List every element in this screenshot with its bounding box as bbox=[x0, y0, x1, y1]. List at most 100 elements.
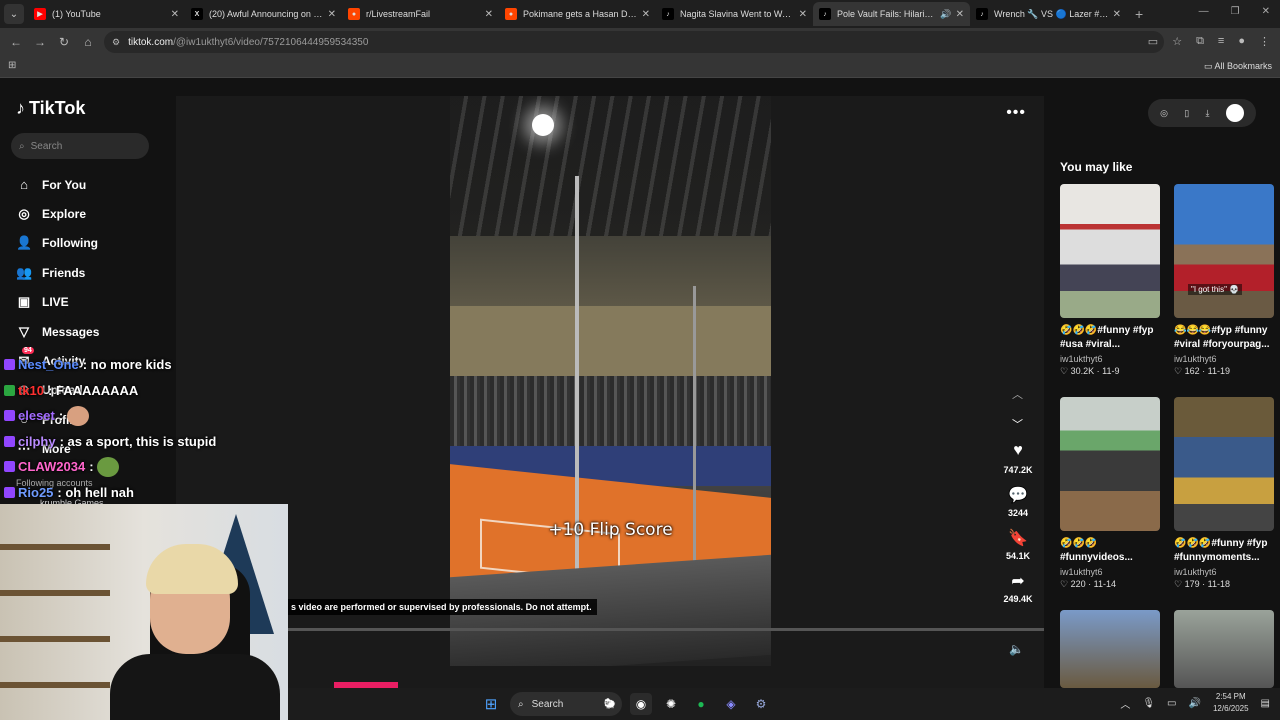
video-frame[interactable]: +10 Flip Score bbox=[450, 96, 771, 666]
video-thumbnail[interactable] bbox=[1174, 610, 1274, 688]
chat-username[interactable]: Rio25 bbox=[18, 485, 53, 500]
cast-icon[interactable]: ▭ bbox=[1148, 35, 1158, 48]
speaker-icon[interactable]: 🔊 bbox=[1189, 698, 1201, 709]
windows-start-icon[interactable]: ⊞ bbox=[480, 693, 502, 715]
bookmarks-bar: ⊞ ▭ All Bookmarks bbox=[0, 56, 1280, 78]
close-tab-icon[interactable]: ✕ bbox=[956, 9, 964, 20]
video-thumbnail[interactable] bbox=[1060, 184, 1160, 318]
taskbar-search[interactable]: ⌕ Search 🐑 bbox=[510, 692, 622, 716]
chat-username[interactable]: cilphy bbox=[18, 434, 56, 449]
theme-toggle[interactable] bbox=[1225, 104, 1244, 122]
site-info-icon[interactable]: ⚙ bbox=[112, 37, 120, 48]
video-thumbnail[interactable] bbox=[1174, 397, 1274, 531]
close-tab-icon[interactable]: ✕ bbox=[485, 9, 493, 20]
tab-search-button[interactable]: ⌄ bbox=[4, 4, 24, 24]
sidebar-item-friends[interactable]: 👥 Friends bbox=[16, 258, 99, 287]
minimize-button[interactable]: — bbox=[1199, 6, 1209, 17]
video-author[interactable]: iw1ukthyt6 bbox=[1060, 567, 1160, 577]
spotify-icon[interactable]: ● bbox=[690, 693, 712, 715]
volume-icon[interactable]: 🔈 bbox=[1009, 642, 1024, 656]
close-tab-icon[interactable]: ✕ bbox=[642, 9, 650, 20]
video-thumbnail[interactable] bbox=[1060, 610, 1160, 688]
share-icon[interactable]: ➦ bbox=[994, 571, 1042, 591]
video-author[interactable]: iw1ukthyt6 bbox=[1060, 354, 1160, 364]
sidebar-item-for-you[interactable]: ⌂ For You bbox=[16, 170, 99, 199]
url-bar[interactable]: ⚙ tiktok.com/@iw1ukthyt6/video/757210644… bbox=[104, 31, 1164, 53]
all-bookmarks-folder[interactable]: ▭ All Bookmarks bbox=[1204, 61, 1272, 72]
discord-icon[interactable]: ◈ bbox=[720, 693, 742, 715]
recommended-video-card[interactable]: 🤣🤣🤣#funny #fyp #funnymoments... iw1ukthyt… bbox=[1174, 397, 1274, 590]
reload-button[interactable]: ↻ bbox=[52, 35, 76, 49]
chat-username[interactable]: tk10 bbox=[18, 383, 44, 398]
back-button[interactable]: ← bbox=[4, 35, 28, 49]
next-video-icon[interactable]: ﹀ bbox=[1012, 416, 1023, 432]
browser-tab[interactable]: ● Pokimane gets a Hasan Dog cli ✕ bbox=[499, 2, 656, 26]
video-caption[interactable]: 🤣🤣🤣#funny #fyp #funnymoments... bbox=[1174, 537, 1274, 565]
apps-grid-icon[interactable]: ⊞ bbox=[8, 60, 16, 71]
recommended-video-card[interactable]: "I got this" 💀 😂😂😂#fyp #funny #viral #for… bbox=[1174, 184, 1274, 377]
system-clock[interactable]: 2:54 PM 12/6/2025 bbox=[1213, 691, 1249, 715]
browser-tab[interactable]: X (20) Awful Announcing on X: "I ✕ bbox=[185, 2, 342, 26]
extensions-icon[interactable]: ⧉ bbox=[1196, 35, 1204, 48]
reading-list-icon[interactable]: ≡ bbox=[1218, 35, 1224, 48]
new-tab-button[interactable]: + bbox=[1135, 6, 1143, 22]
close-tab-icon[interactable]: ✕ bbox=[1113, 9, 1121, 20]
sidebar-item-label: LIVE bbox=[42, 295, 69, 310]
bookmark-icon[interactable]: 🔖 bbox=[994, 528, 1042, 548]
chat-username[interactable]: Nest_One bbox=[18, 357, 79, 372]
sidebar-item-live[interactable]: ▣ LIVE bbox=[16, 288, 99, 317]
video-caption[interactable]: 🤣🤣🤣#funny #fyp #usa #viral... bbox=[1060, 324, 1160, 352]
video-progress-bar[interactable] bbox=[286, 628, 1044, 631]
browser-tab[interactable]: ♪ Wrench 🔧 VS 🔵 Lazer #satis ✕ bbox=[970, 2, 1127, 26]
tiktok-logo[interactable]: ♪ TikTok bbox=[16, 98, 85, 119]
maximize-button[interactable]: ❐ bbox=[1231, 6, 1240, 17]
home-button[interactable]: ⌂ bbox=[76, 35, 100, 49]
recommended-video-card[interactable]: 🤣🤣🤣 #funnyvideos... iw1ukthyt6 ♡ 220 · 11-… bbox=[1060, 397, 1160, 590]
video-author[interactable]: iw1ukthyt6 bbox=[1174, 354, 1274, 364]
video-author[interactable]: iw1ukthyt6 bbox=[1174, 567, 1274, 577]
device-icon[interactable]: ▯ bbox=[1184, 108, 1189, 119]
steam-icon[interactable]: ⚙ bbox=[750, 693, 772, 715]
chrome-icon[interactable]: ◉ bbox=[630, 693, 652, 715]
download-icon[interactable]: ⤓ bbox=[1206, 108, 1210, 119]
close-window-button[interactable]: ✕ bbox=[1262, 6, 1270, 17]
video-thumbnail[interactable] bbox=[1060, 397, 1160, 531]
browser-menu-icon[interactable]: ⋮ bbox=[1259, 35, 1270, 48]
sidebar-item-messages[interactable]: ▽ Messages bbox=[16, 317, 99, 346]
close-tab-icon[interactable]: ✕ bbox=[799, 9, 807, 20]
settings-app-icon[interactable]: ✺ bbox=[660, 693, 682, 715]
comment-icon[interactable]: 💬 bbox=[994, 485, 1042, 505]
chat-username[interactable]: CLAW2034 bbox=[18, 459, 85, 474]
video-caption[interactable]: 🤣🤣🤣 #funnyvideos... bbox=[1060, 537, 1160, 565]
network-icon[interactable]: ▭ bbox=[1167, 698, 1176, 709]
more-options-icon[interactable]: ••• bbox=[1006, 104, 1026, 122]
tab-title: (1) YouTube bbox=[52, 9, 101, 19]
forward-button[interactable]: → bbox=[28, 35, 52, 49]
sidebar-item-explore[interactable]: ◎ Explore bbox=[16, 199, 99, 228]
bookmark-star-icon[interactable]: ☆ bbox=[1172, 35, 1182, 48]
profile-avatar-icon[interactable]: ● bbox=[1238, 35, 1245, 48]
browser-tab[interactable]: ● r/LivestreamFail ✕ bbox=[342, 2, 499, 26]
browser-tab[interactable]: ▶ (1) YouTube ✕ bbox=[28, 2, 185, 26]
notifications-icon[interactable]: ▤ bbox=[1261, 698, 1270, 709]
tab-title: Pokimane gets a Hasan Dog cli bbox=[523, 9, 638, 19]
sidebar-item-following[interactable]: 👤 Following bbox=[16, 229, 99, 258]
search-input[interactable]: ⌕ Search bbox=[11, 133, 149, 159]
like-icon[interactable]: ♥ bbox=[994, 442, 1042, 462]
tiktok-favicon-icon: ♪ bbox=[819, 8, 831, 20]
sidebar-item-label: Friends bbox=[42, 265, 86, 280]
tab-audio-icon[interactable]: 🔊 bbox=[940, 9, 951, 20]
previous-video-icon[interactable]: ︿ bbox=[1012, 386, 1023, 402]
browser-tab[interactable]: ♪ Nagita Slavina Went to Watchli ✕ bbox=[656, 2, 813, 26]
chat-username[interactable]: eleset bbox=[18, 408, 55, 423]
tray-overflow-icon[interactable]: ︿ bbox=[1120, 696, 1130, 711]
browser-tab[interactable]: ♪ Pole Vault Fails: Hilarious M🔊 ✕ bbox=[813, 2, 970, 26]
close-tab-icon[interactable]: ✕ bbox=[328, 9, 336, 20]
close-tab-icon[interactable]: ✕ bbox=[171, 9, 179, 20]
recommended-video-card[interactable]: 🤣🤣🤣#funny #fyp #usa #viral... iw1ukthyt6 ♡… bbox=[1060, 184, 1160, 377]
autoscroll-icon[interactable]: ◎ bbox=[1160, 108, 1168, 119]
microphone-icon[interactable]: 🎙 bbox=[1142, 698, 1155, 709]
video-thumbnail[interactable]: "I got this" 💀 bbox=[1174, 184, 1274, 318]
video-caption[interactable]: 😂😂😂#fyp #funny #viral #foryourpag... bbox=[1174, 324, 1274, 352]
search-highlight-icon: 🐑 bbox=[603, 698, 616, 710]
